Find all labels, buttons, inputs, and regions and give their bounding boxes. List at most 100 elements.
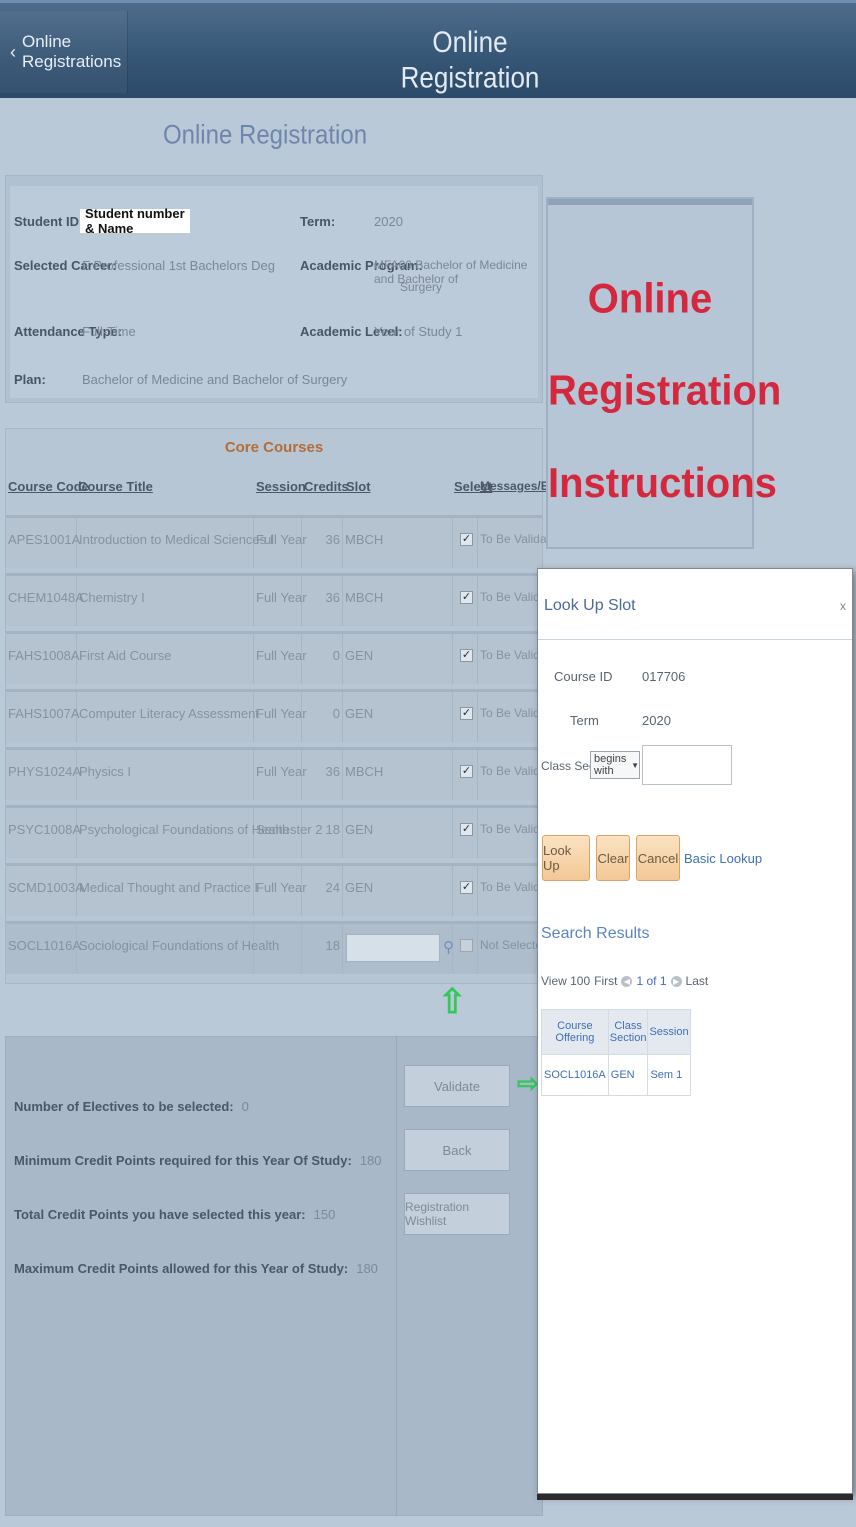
- course-code: SCMD1003A: [8, 880, 84, 895]
- course-credits: 24: [325, 880, 340, 895]
- plan-label: Plan:: [14, 372, 46, 387]
- col-slot[interactable]: Slot: [346, 479, 371, 494]
- course-title: Sociological Foundations of Health: [79, 938, 280, 953]
- select-checkbox[interactable]: ✓: [460, 765, 473, 778]
- course-id-value: 017706: [642, 669, 686, 684]
- cancel-button[interactable]: Cancel: [636, 835, 680, 881]
- course-slot: GEN: [345, 648, 374, 663]
- previous-icon[interactable]: ◀: [621, 975, 633, 987]
- course-credits: 36: [325, 764, 340, 779]
- table-row: PHYS1024A Physics I Full Year 36 MBCH ✓ …: [6, 747, 563, 800]
- course-session: Full Year: [256, 706, 307, 721]
- course-code: PHYS1024A: [8, 764, 81, 779]
- select-checkbox[interactable]: [460, 939, 473, 952]
- course-code: FAHS1007A: [8, 706, 80, 721]
- course-title: Physics I: [79, 764, 132, 779]
- page-indicator: 1 of 1: [636, 974, 667, 988]
- term-value: 2020: [642, 713, 671, 728]
- course-session: Full Year: [256, 590, 307, 605]
- course-code: APES1001A: [8, 532, 81, 547]
- course-credits: 36: [325, 590, 340, 605]
- course-session: Full Year: [256, 648, 307, 663]
- attendance-value: Full-Time: [82, 324, 136, 339]
- electives-count: Number of Electives to be selected: 0: [14, 1099, 249, 1114]
- first-link[interactable]: First: [594, 974, 617, 988]
- course-code: FAHS1008A: [8, 648, 80, 663]
- course-title: First Aid Course: [79, 648, 172, 663]
- close-icon[interactable]: x: [840, 599, 846, 613]
- look-up-button[interactable]: Look Up: [542, 835, 590, 881]
- col-course-title[interactable]: Course Title: [78, 479, 153, 494]
- last-link[interactable]: Last: [686, 974, 709, 988]
- search-icon[interactable]: ⚲: [443, 938, 454, 956]
- term-label: Term: [570, 713, 599, 728]
- col-class-section[interactable]: Class Section: [607, 1009, 649, 1055]
- top-bar: ‹ Online Registrations Online Registrati…: [0, 0, 856, 98]
- course-credits: 18: [325, 938, 340, 953]
- select-checkbox[interactable]: ✓: [460, 707, 473, 720]
- result-session[interactable]: Sem 1: [647, 1054, 691, 1096]
- course-credits: 0: [332, 648, 340, 663]
- summary-panel: Number of Electives to be selected: 0 Min…: [5, 1036, 543, 1516]
- select-checkbox[interactable]: ✓: [460, 823, 473, 836]
- arrow-right-icon: ⇨: [517, 1068, 539, 1098]
- back-button[interactable]: ‹ Online Registrations: [0, 11, 128, 93]
- col-course-offering[interactable]: Course Offering: [541, 1009, 609, 1055]
- course-code: CHEM1048A: [8, 590, 84, 605]
- table-row: CHEM1048A Chemistry I Full Year 36 MBCH …: [6, 573, 563, 626]
- back-button-label: Online Registrations: [22, 32, 122, 71]
- view-100-link[interactable]: View 100: [541, 974, 590, 988]
- instructions-text: Online Registration Instructions: [548, 275, 782, 507]
- result-offering[interactable]: SOCL1016A: [541, 1054, 609, 1096]
- min-credits: Minimum Credit Points required for this …: [14, 1153, 382, 1168]
- registration-wishlist-button[interactable]: Registration Wishlist: [404, 1193, 510, 1235]
- col-session[interactable]: Session: [256, 479, 306, 494]
- course-session: Full Year: [256, 880, 307, 895]
- validate-button[interactable]: Validate: [404, 1065, 510, 1107]
- course-slot: MBCH: [345, 590, 384, 605]
- core-courses-title: Core Courses: [224, 439, 324, 456]
- career-value: F Professional 1st Bachelors Deg: [82, 258, 275, 273]
- col-course-code[interactable]: Course Code: [8, 479, 89, 494]
- plan-value: Bachelor of Medicine and Bachelor of Sur…: [82, 372, 348, 387]
- select-checkbox[interactable]: ✓: [460, 533, 473, 546]
- instructions-card[interactable]: Online Registration Instructions: [546, 197, 782, 549]
- course-id-label: Course ID: [554, 669, 613, 684]
- course-title: Medical Thought and Practice I: [79, 880, 258, 895]
- student-id-value: Student number & Name: [80, 206, 190, 236]
- chevron-down-icon: ▼: [631, 760, 639, 770]
- term-value: 2020: [374, 214, 403, 229]
- page-title: Online Registration: [162, 120, 368, 151]
- select-checkbox[interactable]: ✓: [460, 881, 473, 894]
- col-credits[interactable]: Credits: [304, 479, 349, 494]
- search-results-heading: Search Results: [541, 925, 650, 942]
- back-button-bottom[interactable]: Back: [404, 1129, 510, 1171]
- course-code: SOCL1016A: [8, 938, 81, 953]
- table-row: FAHS1008A First Aid Course Full Year 0 G…: [6, 631, 563, 684]
- program-value: MFA00 Bachelor of Medicine and Bachelor …: [374, 258, 528, 286]
- slot-input[interactable]: [346, 934, 440, 962]
- course-session: Full Year: [256, 532, 307, 547]
- class-section-input[interactable]: [642, 745, 732, 785]
- student-id-label: Student ID:: [14, 214, 84, 229]
- table-row[interactable]: SOCL1016A GEN Sem 1: [541, 1054, 691, 1096]
- course-code: PSYC1008A: [8, 822, 81, 837]
- arrow-up-icon: ⇧: [438, 983, 467, 1021]
- clear-button[interactable]: Clear: [596, 835, 630, 881]
- dialog-title: Look Up Slot: [544, 597, 636, 614]
- select-checkbox[interactable]: ✓: [460, 649, 473, 662]
- app-title: Online Registration: [400, 24, 540, 95]
- course-slot: GEN: [345, 880, 374, 895]
- next-icon[interactable]: ▶: [670, 975, 682, 987]
- results-table: Course Offering Class Section Session SO…: [541, 1009, 691, 1096]
- student-info-panel: Student ID: Student number & Name Select…: [5, 175, 543, 403]
- result-section[interactable]: GEN: [607, 1054, 649, 1096]
- select-checkbox[interactable]: ✓: [460, 591, 473, 604]
- class-section-operator[interactable]: begins with ▼: [590, 751, 640, 779]
- basic-lookup-link[interactable]: Basic Lookup: [684, 851, 762, 866]
- course-title: Chemistry I: [79, 590, 145, 605]
- course-credits: 36: [325, 532, 340, 547]
- term-label: Term:: [300, 214, 336, 229]
- table-row: PSYC1008A Psychological Foundations of H…: [6, 805, 563, 858]
- col-session[interactable]: Session: [647, 1009, 691, 1055]
